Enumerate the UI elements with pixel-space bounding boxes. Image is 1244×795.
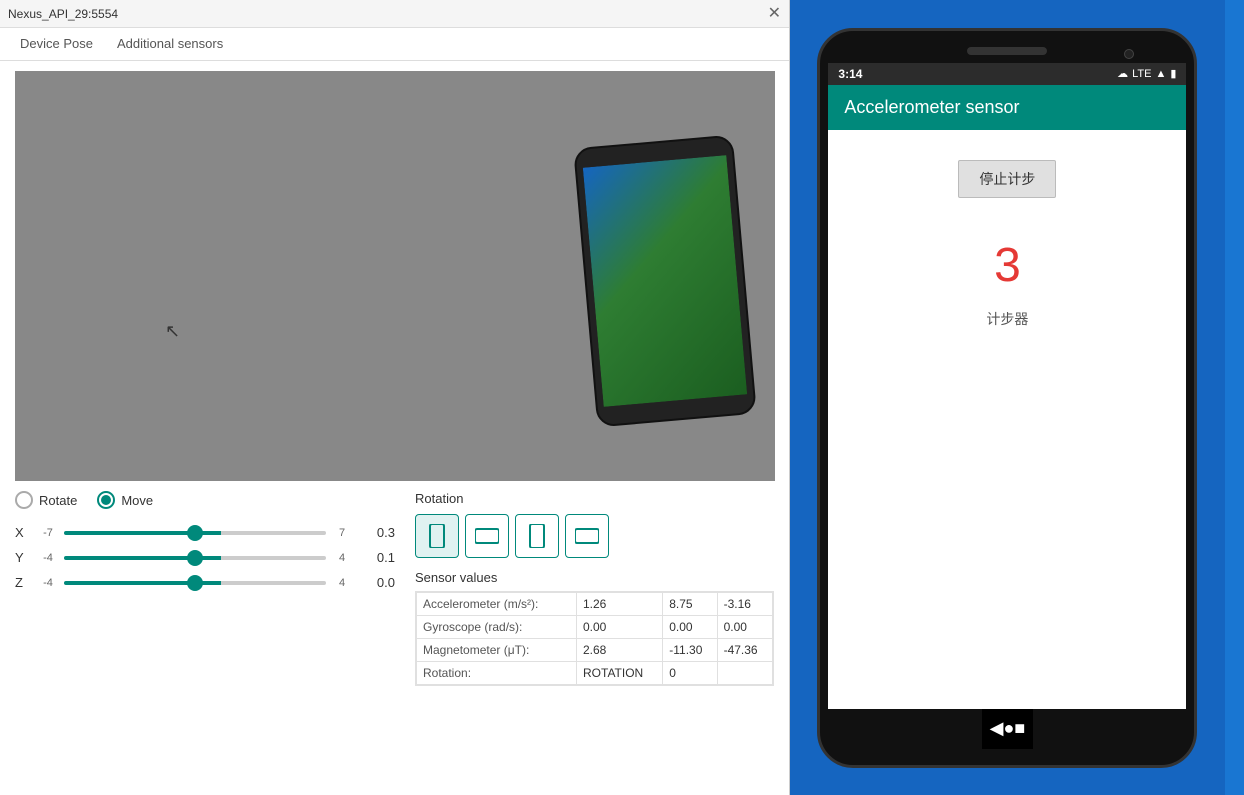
sensor-v2: 0.00 bbox=[663, 616, 717, 639]
side-bar bbox=[1225, 0, 1244, 795]
sensor-name: Magnetometer (μT): bbox=[417, 639, 577, 662]
phone-display: 3:14 ☁ LTE ▲ ▮ Accelerometer sensor 停止计步… bbox=[828, 63, 1186, 709]
tab-additional-sensors[interactable]: Additional sensors bbox=[105, 28, 235, 61]
sensor-v2: 8.75 bbox=[663, 593, 717, 616]
phone-frame: 3:14 ☁ LTE ▲ ▮ Accelerometer sensor 停止计步… bbox=[817, 28, 1197, 768]
step-count: 3 bbox=[994, 238, 1021, 293]
sensor-v3: -47.36 bbox=[717, 639, 772, 662]
cursor: ↖ bbox=[165, 321, 180, 342]
move-label: Move bbox=[121, 493, 153, 508]
phone-preview bbox=[585, 141, 745, 421]
sensor-v2: -11.30 bbox=[663, 639, 717, 662]
y-slider-row: Y -4 4 0.1 bbox=[15, 550, 395, 565]
phone-speaker bbox=[967, 47, 1047, 55]
wifi-icon: ☁ bbox=[1117, 67, 1128, 80]
sensor-v3: -3.16 bbox=[717, 593, 772, 616]
close-button[interactable]: ✕ bbox=[768, 6, 781, 22]
battery-icon: ▮ bbox=[1170, 67, 1176, 80]
y-slider-container: -4 4 bbox=[38, 552, 352, 564]
recents-button[interactable]: ■ bbox=[1014, 718, 1025, 739]
sensor-v3 bbox=[717, 662, 772, 685]
x-axis-label: X bbox=[15, 525, 30, 540]
table-row: Rotation: ROTATION 0 bbox=[417, 662, 773, 685]
x-slider[interactable] bbox=[64, 531, 326, 535]
app-content: 停止计步 3 计步器 bbox=[828, 130, 1186, 709]
phone-screen-inner bbox=[583, 155, 747, 407]
rotation-landscape-left-btn[interactable] bbox=[465, 514, 509, 558]
y-max: 4 bbox=[332, 552, 352, 564]
tab-bar: Device Pose Additional sensors bbox=[0, 28, 789, 61]
tab-device-pose[interactable]: Device Pose bbox=[8, 28, 105, 61]
z-slider[interactable] bbox=[64, 581, 326, 585]
right-controls: Rotation Sensor values bbox=[415, 491, 774, 795]
app-title: Accelerometer sensor bbox=[844, 97, 1019, 117]
phone-nav-bar: ◀ ● ■ bbox=[982, 709, 1034, 749]
controls-area: Rotate Move X -7 7 0.3 Y bbox=[0, 491, 789, 795]
z-slider-row: Z -4 4 0.0 bbox=[15, 575, 395, 590]
rotation-title: Rotation bbox=[415, 491, 774, 506]
device-viewport: ↖ bbox=[15, 71, 775, 481]
title-bar: Nexus_API_29:5554 ✕ bbox=[0, 0, 789, 28]
sensor-name: Gyroscope (rad/s): bbox=[417, 616, 577, 639]
status-time: 3:14 bbox=[838, 67, 862, 81]
back-button[interactable]: ◀ bbox=[990, 718, 1004, 739]
sensor-values-title: Sensor values bbox=[415, 570, 774, 585]
sensor-table: Accelerometer (m/s²): 1.26 8.75 -3.16 Gy… bbox=[416, 592, 773, 685]
home-button[interactable]: ● bbox=[1003, 718, 1014, 739]
move-radio[interactable] bbox=[97, 491, 115, 509]
rotation-section: Rotation bbox=[415, 491, 774, 558]
lte-indicator: LTE bbox=[1132, 68, 1151, 80]
y-slider[interactable] bbox=[64, 556, 326, 560]
x-value: 0.3 bbox=[360, 525, 395, 540]
rotate-label: Rotate bbox=[39, 493, 77, 508]
sensor-v1: 1.26 bbox=[577, 593, 663, 616]
table-row: Accelerometer (m/s²): 1.26 8.75 -3.16 bbox=[417, 593, 773, 616]
window-title: Nexus_API_29:5554 bbox=[8, 7, 118, 21]
rotation-landscape-right-btn[interactable] bbox=[565, 514, 609, 558]
table-row: Magnetometer (μT): 2.68 -11.30 -47.36 bbox=[417, 639, 773, 662]
phone-body bbox=[573, 135, 757, 428]
android-status-bar: 3:14 ☁ LTE ▲ ▮ bbox=[828, 63, 1186, 85]
status-icons: ☁ LTE ▲ ▮ bbox=[1117, 67, 1176, 80]
z-slider-container: -4 4 bbox=[38, 577, 352, 589]
left-panel: Nexus_API_29:5554 ✕ Device Pose Addition… bbox=[0, 0, 790, 795]
right-panel: 3:14 ☁ LTE ▲ ▮ Accelerometer sensor 停止计步… bbox=[790, 0, 1225, 795]
signal-icon: ▲ bbox=[1155, 68, 1166, 80]
rotate-radio[interactable] bbox=[15, 491, 33, 509]
sensor-name: Rotation: bbox=[417, 662, 577, 685]
y-axis-label: Y bbox=[15, 550, 30, 565]
rotation-buttons bbox=[415, 514, 774, 558]
sensor-v1: ROTATION bbox=[577, 662, 663, 685]
move-option[interactable]: Move bbox=[97, 491, 153, 509]
z-max: 4 bbox=[332, 577, 352, 589]
y-min: -4 bbox=[38, 552, 58, 564]
step-label: 计步器 bbox=[986, 309, 1028, 329]
left-controls: Rotate Move X -7 7 0.3 Y bbox=[15, 491, 395, 795]
mode-selector: Rotate Move bbox=[15, 491, 395, 509]
phone-camera bbox=[1124, 49, 1134, 59]
table-row: Gyroscope (rad/s): 0.00 0.00 0.00 bbox=[417, 616, 773, 639]
x-slider-row: X -7 7 0.3 bbox=[15, 525, 395, 540]
z-min: -4 bbox=[38, 577, 58, 589]
app-bar: Accelerometer sensor bbox=[828, 85, 1186, 130]
sensor-name: Accelerometer (m/s²): bbox=[417, 593, 577, 616]
z-value: 0.0 bbox=[360, 575, 395, 590]
x-max: 7 bbox=[332, 527, 352, 539]
rotation-portrait-btn[interactable] bbox=[415, 514, 459, 558]
sensor-v1: 0.00 bbox=[577, 616, 663, 639]
x-min: -7 bbox=[38, 527, 58, 539]
sensor-scroll-area[interactable]: Accelerometer (m/s²): 1.26 8.75 -3.16 Gy… bbox=[415, 591, 774, 686]
sensor-v1: 2.68 bbox=[577, 639, 663, 662]
x-slider-container: -7 7 bbox=[38, 527, 352, 539]
z-axis-label: Z bbox=[15, 575, 30, 590]
sensor-v2: 0 bbox=[663, 662, 717, 685]
rotation-portrait-reverse-btn[interactable] bbox=[515, 514, 559, 558]
phone-screen bbox=[583, 155, 747, 407]
y-value: 0.1 bbox=[360, 550, 395, 565]
sensor-v3: 0.00 bbox=[717, 616, 772, 639]
stop-button[interactable]: 停止计步 bbox=[958, 160, 1056, 198]
rotate-option[interactable]: Rotate bbox=[15, 491, 77, 509]
